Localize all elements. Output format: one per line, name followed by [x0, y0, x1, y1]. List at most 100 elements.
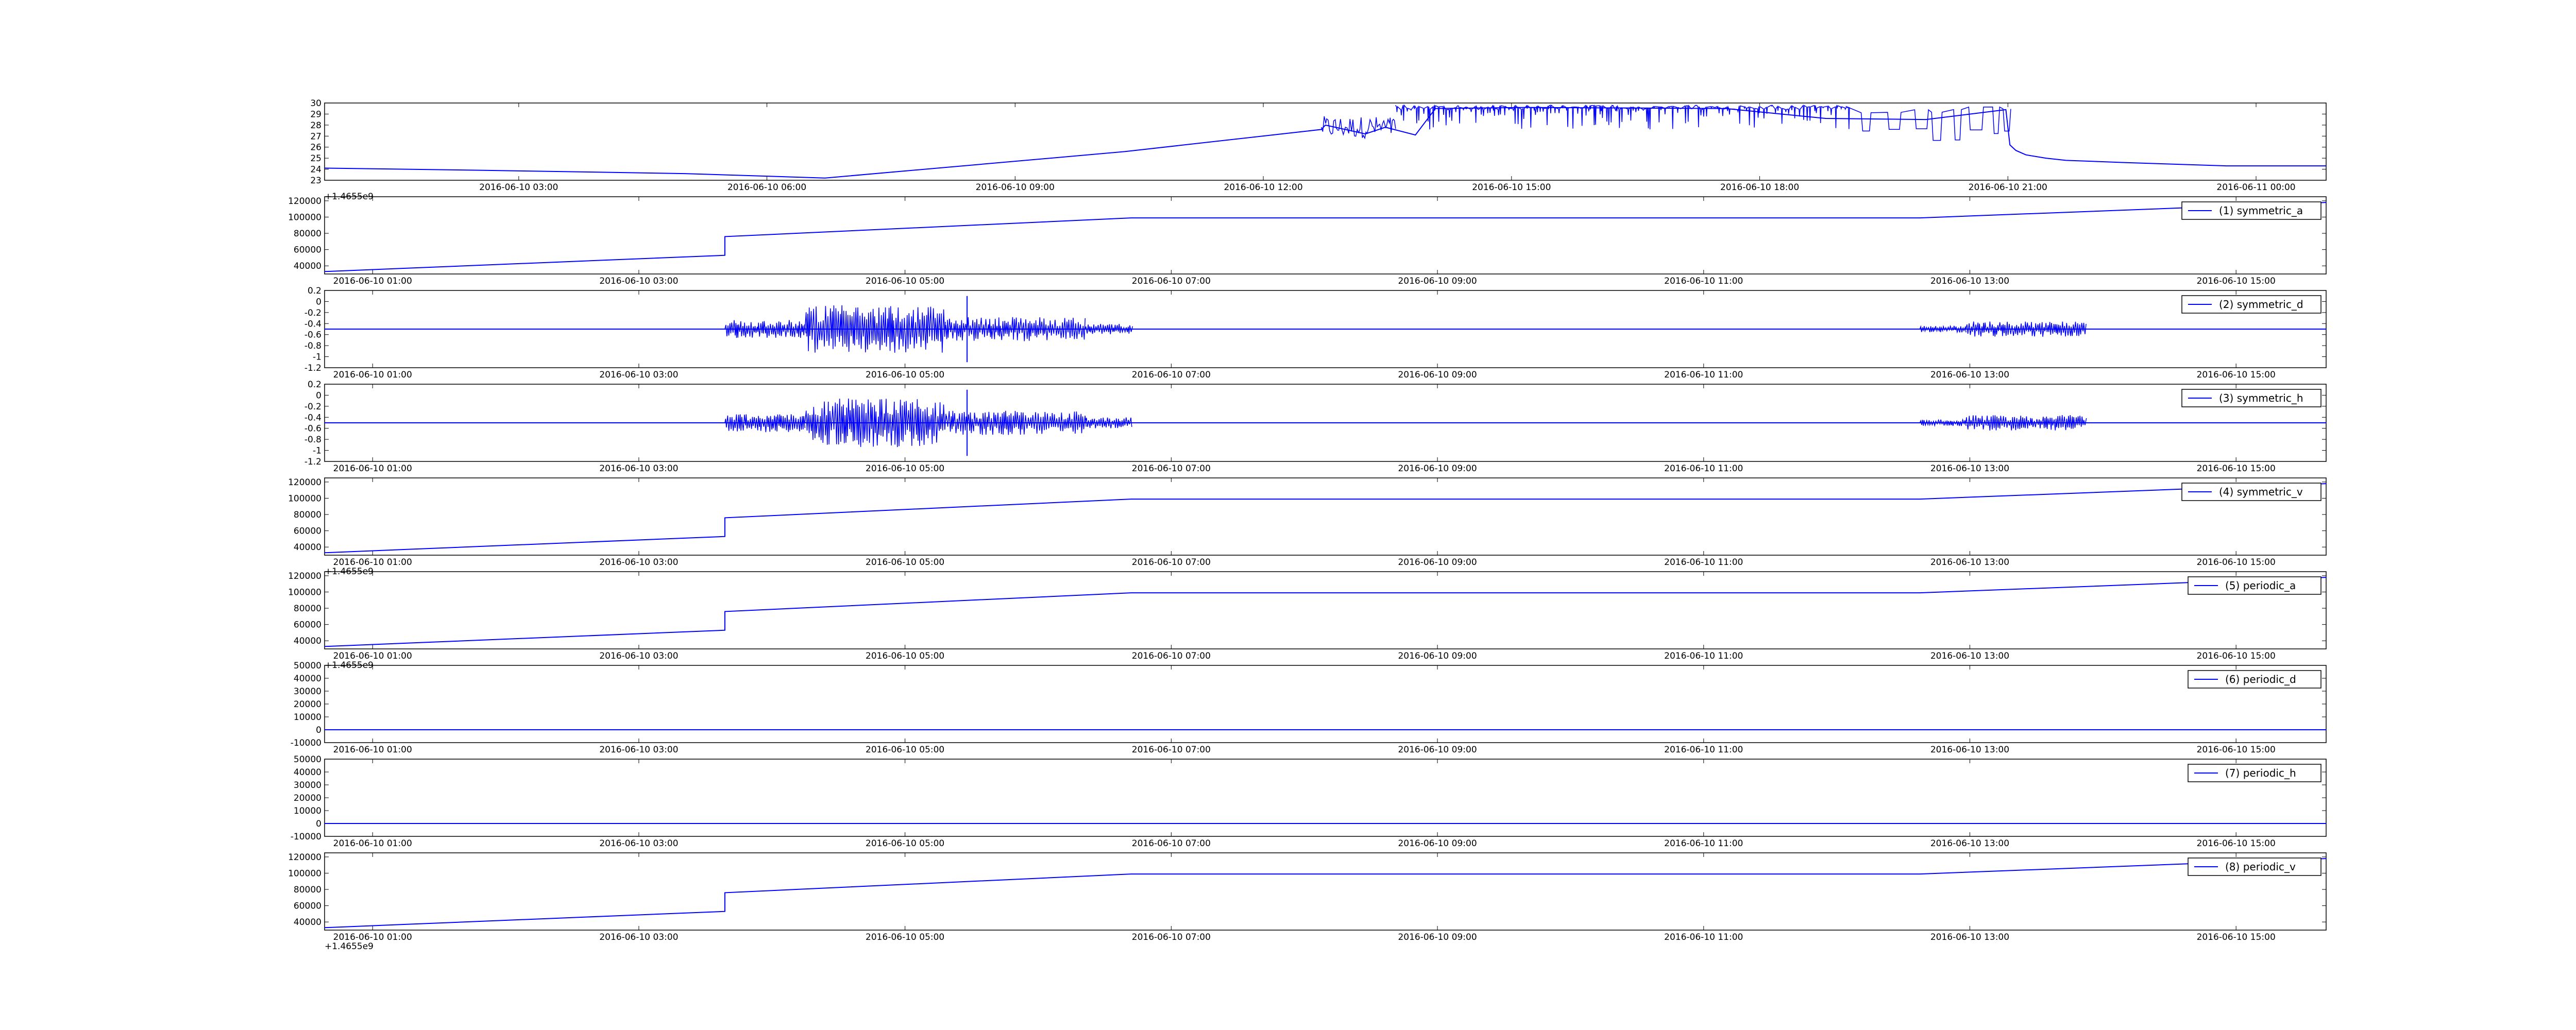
subplot-3: -1.2-1-0.8-0.6-0.4-0.200.2 2016-06-10 01:… — [304, 286, 2327, 380]
y-tick-label: 120000 — [288, 477, 321, 488]
x-tick-label: 2016-06-10 07:00 — [1132, 932, 1211, 942]
y-tick-label: 20000 — [294, 793, 321, 803]
x-tick-label: 2016-06-10 09:00 — [1398, 745, 1477, 755]
x-tick-label: 2016-06-10 03:00 — [599, 557, 678, 568]
x-tick-label: 2016-06-10 01:00 — [333, 838, 412, 849]
series-line — [325, 202, 2326, 272]
subplot-2: 40000 60000 80000 100000 120000 2016-06-10 01… — [288, 196, 2327, 286]
x-tick-label: 2016-06-10 03:00 — [599, 370, 678, 380]
legend-7-periodic-h: (7) periodic_h — [2188, 764, 2321, 782]
x-tick-label: 2016-06-10 09:00 — [1398, 276, 1477, 286]
x-tick-label: 2016-06-10 15:00 — [2197, 557, 2276, 568]
y-tick-label: 100000 — [288, 587, 321, 597]
x-tick-label: 2016-06-10 13:00 — [1930, 557, 2009, 568]
x-tick-label: 2016-06-10 07:00 — [1132, 370, 1211, 380]
x-tick-label: 2016-06-10 15:00 — [1472, 182, 1551, 193]
y-tick-label: -1 — [313, 446, 321, 456]
y-tick-label: 60000 — [294, 620, 321, 630]
y-tick-label: -0.8 — [304, 341, 321, 351]
x-tick-label: 2016-06-10 11:00 — [1664, 745, 1743, 755]
axes-frame — [324, 102, 2327, 181]
y-tick-label: 40000 — [294, 767, 321, 778]
y-tick-label: 30000 — [294, 686, 321, 697]
x-tick-label: 2016-06-10 09:00 — [976, 182, 1055, 193]
subplot-4: -1.2-1-0.8-0.6-0.4-0.200.2 2016-06-10 01:… — [304, 380, 2327, 474]
series-line — [325, 858, 2326, 929]
subplot-7: -10000 0 10000 20000 30000 40000 50000 2016-06-… — [291, 661, 2327, 755]
series-noise — [1845, 106, 2011, 141]
x-tick-label: 2016-06-10 07:00 — [1132, 464, 1211, 474]
x-tick-label: 2016-06-10 05:00 — [866, 838, 944, 849]
x-tick-label: 2016-06-10 05:00 — [866, 370, 944, 380]
legend-4-symmetric-v: (4) symmetric_v — [2181, 483, 2321, 501]
subplot-5: 40000 60000 80000 100000 120000 2016-06-10 01… — [288, 477, 2327, 577]
axes-frame — [324, 571, 2327, 649]
x-tick-label: 2016-06-10 15:00 — [2197, 464, 2276, 474]
x-tick-label: 2016-06-10 13:00 — [1930, 464, 2009, 474]
x-tick-label: 2016-06-10 01:00 — [333, 464, 412, 474]
series-noise — [804, 398, 946, 448]
y-tick-label: 80000 — [294, 604, 321, 614]
x-tick-label: 2016-06-10 01:00 — [333, 651, 412, 661]
legend-5-periodic-a: (5) periodic_a — [2188, 576, 2321, 595]
y-tick-label: 10000 — [294, 806, 321, 816]
y-tick-label: 29 — [310, 109, 321, 119]
series-noise — [1919, 324, 1967, 334]
x-tick-label: 2016-06-10 15:00 — [2197, 370, 2276, 380]
x-tick-label: 2016-06-10 13:00 — [1930, 838, 2009, 849]
y-tick-label: 100000 — [288, 493, 321, 504]
y-tick-label: 80000 — [294, 229, 321, 239]
y-tick-label: 60000 — [294, 901, 321, 912]
y-tick-label: 40000 — [294, 261, 321, 271]
y-tick-label: 60000 — [294, 526, 321, 537]
y-tick-label: 30 — [310, 98, 321, 109]
x-tick-label: 2016-06-10 05:00 — [866, 745, 944, 755]
series-noise — [1395, 104, 1850, 130]
series-noise — [1084, 417, 1132, 428]
x-tick-label: 2016-06-10 07:00 — [1132, 838, 1211, 849]
axes-frame — [324, 196, 2327, 274]
y-tick-label: -0.4 — [304, 319, 321, 329]
x-tick-label: 2016-06-10 11:00 — [1664, 464, 1743, 474]
y-tick-label: 26 — [310, 143, 321, 153]
x-offset-label: +1.4655e9 — [325, 941, 374, 952]
x-tick-label: 2016-06-10 11:00 — [1664, 276, 1743, 286]
y-tick-label: -0.2 — [304, 308, 321, 318]
x-tick-label: 2016-06-10 05:00 — [866, 464, 944, 474]
x-tick-label: 2016-06-10 05:00 — [866, 276, 944, 286]
x-tick-label: 2016-06-10 09:00 — [1398, 557, 1477, 568]
y-tick-label: 30000 — [294, 780, 321, 791]
x-tick-label: 2016-06-10 09:00 — [1398, 370, 1477, 380]
x-tick-label: 2016-06-10 15:00 — [2197, 932, 2276, 942]
subplot-8: -10000 0 10000 20000 30000 40000 50000 2016-06-… — [291, 754, 2327, 849]
x-tick-label: 2016-06-10 11:00 — [1664, 838, 1743, 849]
legend-2-symmetric-d: (2) symmetric_d — [2181, 295, 2321, 314]
x-tick-label: 2016-06-10 06:00 — [727, 182, 806, 193]
x-tick-label: 2016-06-10 03:00 — [599, 932, 678, 942]
x-tick-label: 2016-06-10 07:00 — [1132, 745, 1211, 755]
y-tick-label: -0.2 — [304, 402, 321, 412]
x-tick-label: 2016-06-10 01:00 — [333, 932, 412, 942]
legend-label: (4) symmetric_v — [2219, 486, 2303, 498]
y-tick-label: -10000 — [291, 738, 321, 748]
axes-frame — [324, 759, 2327, 837]
x-tick-label: 2016-06-10 15:00 — [2197, 651, 2276, 661]
x-tick-label: 2016-06-10 07:00 — [1132, 276, 1211, 286]
x-tick-label: 2016-06-10 03:00 — [599, 464, 678, 474]
legend-label: (8) periodic_v — [2225, 861, 2296, 873]
x-tick-label: 2016-06-10 13:00 — [1930, 932, 2009, 942]
y-tick-label: 20000 — [294, 699, 321, 710]
x-tick-label: 2016-06-10 05:00 — [866, 557, 944, 568]
x-tick-label: 2016-06-10 09:00 — [1398, 838, 1477, 849]
axes-frame — [324, 852, 2327, 931]
y-tick-label: 23 — [310, 176, 321, 186]
subplot-6: 40000 60000 80000 100000 120000 2016-06-10 01… — [288, 571, 2327, 671]
x-tick-label: 2016-06-10 15:00 — [2197, 838, 2276, 849]
x-tick-label: 2016-06-10 09:00 — [1398, 932, 1477, 942]
x-tick-label: 2016-06-10 03:00 — [599, 745, 678, 755]
axes-frame — [324, 477, 2327, 556]
x-tick-label: 2016-06-10 03:00 — [479, 182, 558, 193]
x-tick-label: 2016-06-10 09:00 — [1398, 651, 1477, 661]
y-tick-label: -0.6 — [304, 330, 321, 340]
y-tick-label: 0.2 — [308, 380, 321, 390]
